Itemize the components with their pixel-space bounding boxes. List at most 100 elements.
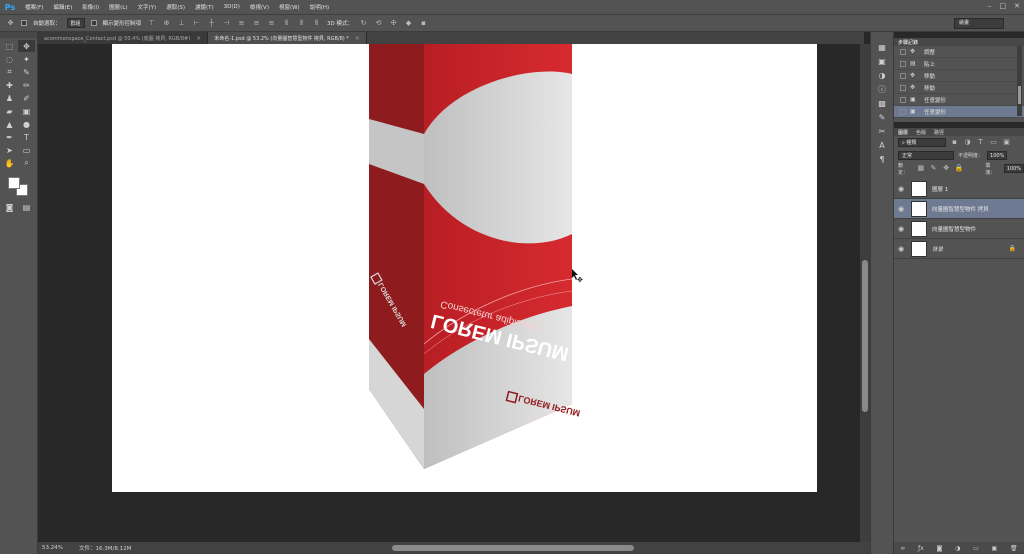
lock-transparent-icon[interactable]: ▦ [916,164,925,173]
history-row[interactable]: ▤ 貼上 [894,58,1024,70]
history-snapshot-checkbox[interactable] [900,108,906,115]
document-canvas[interactable]: LOREM IPSUM Consectetur adipiscing LOREM… [112,44,817,492]
eye-icon[interactable]: ◉ [894,225,908,233]
menu-window[interactable]: 視窗(W) [274,3,305,11]
marquee-tool-icon[interactable]: ⬚ [1,40,18,52]
menu-edit[interactable]: 編輯(E) [48,3,77,11]
layer-row-selected[interactable]: ◉ 向量圖智慧型物件 拷貝 [894,199,1024,219]
workspace-dropdown[interactable]: 繪畫 [954,18,1004,29]
eyedropper-tool-icon[interactable]: ✎ [18,66,35,78]
align-bottom-icon[interactable]: ⊥ [177,19,186,28]
auto-select-dropdown[interactable]: 群組 [66,18,85,28]
history-snapshot-checkbox[interactable] [900,60,906,67]
zoom-tool-icon[interactable]: ⌕ [18,157,35,169]
layer-name[interactable]: 背景 [932,245,943,253]
properties-panel-icon[interactable]: ▣ [871,54,893,68]
minimize-button[interactable]: – [988,2,992,10]
distribute-center-icon[interactable]: ⦀ [297,19,306,28]
vertical-scroll-thumb[interactable] [862,260,868,412]
path-selection-tool-icon[interactable]: ➤ [1,144,18,156]
eye-icon[interactable]: ◉ [894,245,908,253]
menu-select[interactable]: 選取(S) [161,3,190,11]
quick-mask-icon[interactable]: ◙ [1,201,18,213]
add-mask-icon[interactable]: ◙ [937,545,943,552]
filter-type-icon[interactable]: T [976,138,985,147]
move-tool-icon[interactable]: ✥ [18,40,35,52]
layer-name[interactable]: 圖層 1 [932,185,948,193]
history-row-selected[interactable]: ▣ 任意變形 [894,106,1024,118]
menu-view[interactable]: 檢視(V) [245,3,274,11]
link-layers-icon[interactable]: ∞ [900,545,905,552]
blur-tool-icon[interactable]: ▲ [1,118,18,130]
filter-adjustment-icon[interactable]: ◑ [963,138,972,147]
menu-help[interactable]: 說明(H) [305,3,334,11]
strip-grip[interactable] [871,32,893,40]
foreground-color-swatch[interactable] [8,177,20,189]
menu-image[interactable]: 影像(I) [77,3,104,11]
layer-row[interactable]: ◉ 背景 🔒 [894,239,1024,259]
eraser-tool-icon[interactable]: ▰ [1,105,18,117]
layer-style-icon[interactable]: ƒx [918,545,924,552]
3d-drag-icon[interactable]: ✣ [389,19,398,28]
horizontal-scroll-thumb[interactable] [392,545,634,551]
dodge-tool-icon[interactable]: ● [18,118,35,130]
eye-icon[interactable]: ◉ [894,205,908,213]
3d-rotate-icon[interactable]: ↻ [359,19,368,28]
history-scroll-thumb[interactable] [1018,86,1021,104]
tab-document-untitled[interactable]: 未命名-1.psd @ 53.2% (向量圖智慧型物件 拷貝, RGB/8) *… [208,32,367,44]
tab-history[interactable]: 步驟記錄 [898,39,918,46]
maximize-button[interactable]: □ [1000,2,1007,10]
brush-tool-icon[interactable]: ✏ [18,79,35,91]
close-tab-icon[interactable]: × [355,35,360,42]
align-top-icon[interactable]: ⊤ [147,19,156,28]
history-row[interactable]: ▣ 任意變形 [894,94,1024,106]
align-right-icon[interactable]: ⊣ [222,19,231,28]
crop-tool-icon[interactable]: ⌗ [1,66,18,78]
tab-layers[interactable]: 圖層 [898,129,908,136]
type-tool-icon[interactable]: T [18,131,35,143]
distribute-right-icon[interactable]: ⦀ [312,19,321,28]
new-group-icon[interactable]: ▭ [973,545,979,552]
3d-roll-icon[interactable]: ⟲ [374,19,383,28]
spot-healing-tool-icon[interactable]: ✚ [1,79,18,91]
show-transform-checkbox[interactable] [90,20,97,26]
clone-stamp-tool-icon[interactable]: ♟ [1,92,18,104]
paragraph-panel-icon[interactable]: ¶ [871,152,893,166]
pen-tool-icon[interactable]: ✒ [1,131,18,143]
info-panel-icon[interactable]: ⓘ [871,82,893,96]
new-layer-icon[interactable]: ▣ [992,545,998,552]
history-snapshot-checkbox[interactable] [900,84,906,91]
new-adjustment-icon[interactable]: ◑ [955,545,960,552]
rectangle-tool-icon[interactable]: ▭ [18,144,35,156]
history-row[interactable]: ✥ 調整 [894,46,1024,58]
swatches-panel-icon[interactable]: ▩ [871,96,893,110]
fill-field[interactable]: 100% [1003,164,1024,173]
tools-presets-icon[interactable]: ✂ [871,124,893,138]
history-snapshot-checkbox[interactable] [900,72,906,79]
auto-select-checkbox[interactable] [21,20,27,26]
distribute-bottom-icon[interactable]: ≡ [267,19,276,28]
layer-filter-dropdown[interactable]: ⌕ 種類 [898,138,946,147]
tab-paths[interactable]: 路徑 [934,129,944,136]
filter-pixel-icon[interactable]: ▪ [950,138,959,147]
delete-layer-icon[interactable]: 🗑 [1010,545,1018,552]
history-snapshot-checkbox[interactable] [900,96,906,103]
filter-smart-object-icon[interactable]: ▣ [1002,138,1011,147]
distribute-left-icon[interactable]: ⦀ [282,19,291,28]
menu-file[interactable]: 檔案(F) [20,3,48,11]
layer-name[interactable]: 向量圖智慧型物件 [932,225,976,233]
layer-row[interactable]: ◉ 向量圖智慧型物件 [894,219,1024,239]
3d-scale-icon[interactable]: ▪ [419,19,428,28]
distribute-top-icon[interactable]: ≡ [237,19,246,28]
tab-channels[interactable]: 色版 [916,129,926,136]
hand-tool-icon[interactable]: ✋ [1,157,18,169]
history-brush-tool-icon[interactable]: ✐ [18,92,35,104]
magic-wand-tool-icon[interactable]: ✦ [18,53,35,65]
brush-panel-icon[interactable]: ✎ [871,110,893,124]
lock-image-icon[interactable]: ✎ [929,164,938,173]
blend-mode-dropdown[interactable]: 正常 [898,151,954,160]
close-window-button[interactable]: ✕ [1014,2,1020,10]
gradient-tool-icon[interactable]: ▣ [18,105,35,117]
history-row[interactable]: ✥ 移動 [894,82,1024,94]
zoom-level[interactable]: 53.24% [42,545,63,551]
